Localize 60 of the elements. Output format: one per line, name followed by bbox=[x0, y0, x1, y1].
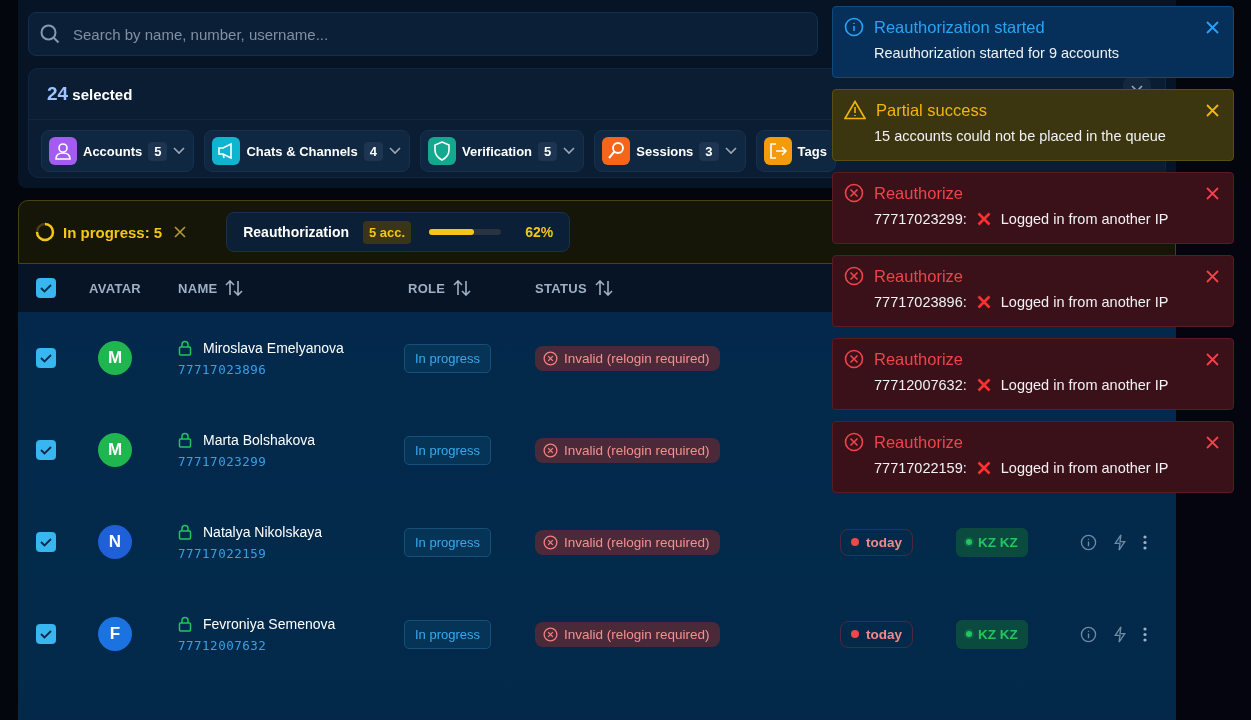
avatar: N bbox=[98, 525, 132, 559]
search-field[interactable]: Search by name, number, username... bbox=[28, 12, 818, 56]
account-name: Marta Bolshakova bbox=[203, 431, 316, 448]
toast-title: Reauthorize bbox=[874, 266, 964, 286]
column-header[interactable]: NAME bbox=[178, 280, 218, 296]
column-header: AVATAR bbox=[88, 280, 142, 296]
avatar: F bbox=[98, 617, 132, 651]
role-badge: In progress bbox=[404, 527, 492, 557]
account-number: 77717022159: bbox=[874, 460, 967, 476]
progress-percent: 62% bbox=[525, 224, 554, 240]
job-name: Reauthorization bbox=[243, 224, 349, 240]
status-text: Invalid (relogin required) bbox=[564, 442, 710, 458]
account-name: Fevroniya Semenova bbox=[203, 615, 336, 632]
search-input[interactable]: Search by name, number, username... bbox=[71, 24, 807, 44]
category-dropdown[interactable]: Sessions 3 bbox=[594, 130, 746, 172]
geo-badge: KZ KZ bbox=[956, 527, 1028, 557]
toast-message: Logged in from another IP bbox=[1000, 211, 1169, 227]
count-badge: 5 bbox=[538, 141, 558, 161]
phone-number: 77712007632 bbox=[178, 637, 268, 653]
job-count: 5 acc. bbox=[363, 220, 412, 244]
count-badge: 4 bbox=[363, 141, 383, 161]
account-number: 77712007632: bbox=[874, 377, 967, 393]
geo-badge: KZ KZ bbox=[956, 619, 1028, 649]
phone-number: 77717023896 bbox=[178, 361, 268, 377]
category-dropdown[interactable]: Verification 5 bbox=[419, 130, 585, 172]
toast-message: Logged in from another IP bbox=[1000, 377, 1169, 393]
phone-number: 77717022159 bbox=[178, 545, 268, 561]
role-badge: In progress bbox=[404, 343, 492, 373]
toast-title: Reauthorization started bbox=[874, 17, 1046, 37]
account-number: 77717023299: bbox=[874, 211, 967, 227]
progress-label: In progress: 5 bbox=[63, 223, 163, 241]
role-badge: In progress bbox=[404, 435, 492, 465]
category-dropdown[interactable]: Tags bbox=[755, 130, 836, 172]
avatar: M bbox=[98, 341, 132, 375]
column-header[interactable]: STATUS bbox=[535, 280, 587, 296]
count-badge: 3 bbox=[699, 141, 719, 161]
column-header[interactable]: ROLE bbox=[408, 280, 446, 296]
toast-title: Reauthorize bbox=[874, 349, 964, 369]
count-badge: 5 bbox=[148, 141, 168, 161]
selected-count: 24 selected bbox=[47, 83, 133, 105]
account-number: 77717023896: bbox=[874, 294, 967, 310]
phone-number: 77717023299 bbox=[178, 453, 268, 469]
status-text: Invalid (relogin required) bbox=[564, 534, 710, 550]
account-name: Miroslava Emelyanova bbox=[203, 339, 344, 356]
category-dropdown[interactable]: Accounts 5 bbox=[41, 130, 195, 172]
toast-message: 15 accounts could not be placed in the queue bbox=[874, 128, 1166, 144]
role-badge: In progress bbox=[404, 619, 492, 649]
toast-title: Partial success bbox=[876, 100, 988, 120]
account-name: Natalya Nikolskaya bbox=[203, 523, 323, 540]
last-seen-badge: today bbox=[840, 528, 913, 556]
toast-title: Reauthorize bbox=[874, 432, 964, 452]
toast-title: Reauthorize bbox=[874, 183, 964, 203]
toast-message: Reauthorization started for 9 accounts bbox=[874, 45, 1120, 61]
toast-message: Logged in from another IP bbox=[1000, 460, 1169, 476]
last-seen-badge: today bbox=[840, 620, 913, 648]
avatar: M bbox=[98, 433, 132, 467]
toast-message: Logged in from another IP bbox=[1000, 294, 1169, 310]
category-dropdown[interactable]: Chats & Channels 4 bbox=[204, 130, 410, 172]
status-text: Invalid (relogin required) bbox=[564, 626, 710, 642]
status-text: Invalid (relogin required) bbox=[564, 350, 710, 366]
